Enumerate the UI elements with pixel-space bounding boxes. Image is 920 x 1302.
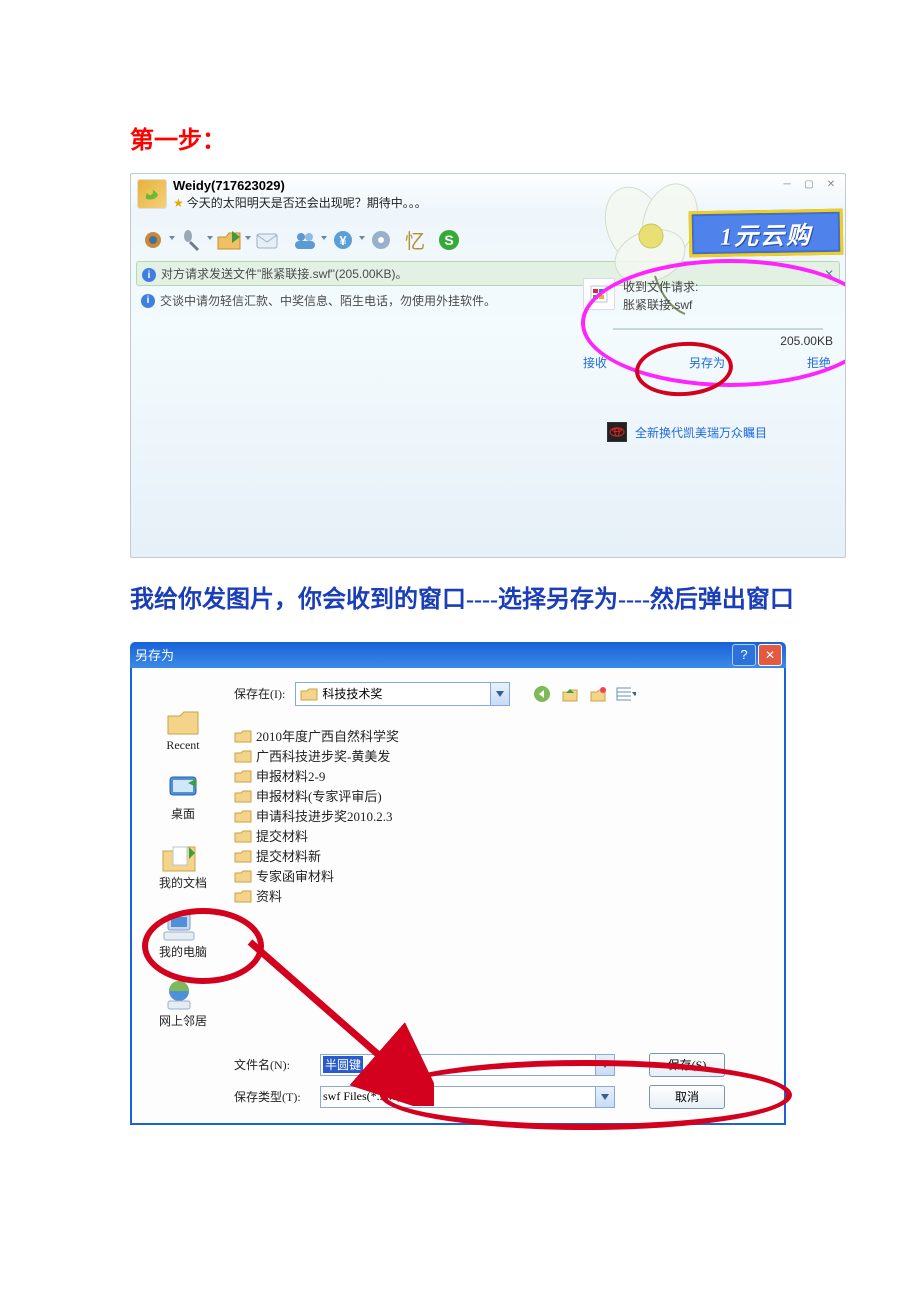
ad-line[interactable]: 全新换代凯美瑞万众瞩目 — [607, 422, 767, 442]
close-button[interactable]: ✕ — [758, 644, 782, 666]
savein-combo[interactable]: 科技技术奖 — [295, 682, 491, 706]
list-item-label: 申报材料2-9 — [256, 766, 325, 785]
place-desktop[interactable]: 桌面 — [163, 771, 203, 822]
svg-text:S: S — [444, 232, 453, 248]
filename-label: 文件名(N): — [234, 1056, 320, 1073]
close-button[interactable]: ✕ — [823, 178, 839, 190]
info-icon: i — [142, 268, 156, 282]
place-label: Recent — [166, 738, 199, 752]
list-item[interactable]: 申请科技进步奖2010.2.3 — [234, 806, 768, 826]
maximize-button[interactable]: ▢ — [801, 178, 817, 190]
list-item[interactable]: 申报材料2-9 — [234, 766, 768, 786]
back-button[interactable] — [532, 684, 552, 704]
list-item-label: 申报材料(专家评审后) — [256, 786, 382, 805]
safety-notice-text: 交谈中请勿轻信汇款、中奖信息、陌生电话，勿使用外挂软件。 — [160, 292, 496, 309]
help-button[interactable]: ? — [732, 644, 756, 666]
place-mydocs[interactable]: 我的文档 — [159, 840, 207, 891]
mydocs-icon — [159, 840, 199, 874]
pay-button[interactable]: ¥ — [327, 226, 359, 254]
mail-button[interactable] — [251, 226, 283, 254]
newfolder-button[interactable] — [588, 684, 608, 704]
list-item-label: 提交材料新 — [256, 846, 321, 865]
window-controls: ─ ▢ ✕ — [779, 178, 839, 190]
place-label: 桌面 — [171, 807, 195, 821]
savein-dropdown-button[interactable] — [491, 682, 510, 706]
list-item[interactable]: 提交材料 — [234, 826, 768, 846]
annotation-filename-oval — [380, 1060, 792, 1130]
title-text: Weidy(717623029) ★今天的太阳明天是否还会出现呢？期待中。。。 — [173, 177, 427, 212]
users-button[interactable] — [289, 226, 321, 254]
list-item[interactable]: 提交材料新 — [234, 846, 768, 866]
list-item-label: 2010年度广西自然科学奖 — [256, 726, 399, 745]
list-item-label: 广西科技进步奖-黄美发 — [256, 746, 390, 765]
star-icon: ★ — [173, 196, 184, 210]
annotation-mydocs-circle — [142, 908, 264, 984]
qq-chat-window: ─ ▢ ✕ Weidy(717623029) ★今天的太阳明天是否还会出现呢？期… — [130, 173, 846, 558]
savein-label: 保存在(I): — [234, 685, 285, 702]
step-title: 第一步： — [130, 120, 800, 155]
place-network[interactable]: 网上邻居 — [159, 978, 207, 1029]
sendfile-button[interactable] — [213, 226, 245, 254]
place-label: 我的文档 — [159, 876, 207, 890]
filename-value: 半圆键 — [323, 1056, 363, 1073]
user-avatar — [137, 179, 167, 209]
list-item-label: 资料 — [256, 886, 282, 905]
desktop-icon — [163, 771, 203, 805]
recent-icon — [163, 704, 203, 738]
info-icon: i — [141, 294, 155, 308]
handwrite-button[interactable]: 忆 — [403, 226, 427, 254]
up-button[interactable] — [560, 684, 580, 704]
instruction-text: 我给你发图片，你会收到的窗口----选择另存为----然后弹出窗口 — [130, 578, 800, 624]
list-item[interactable]: 2010年度广西自然科学奖 — [234, 726, 768, 746]
ad-text: 全新换代凯美瑞万众瞩目 — [635, 424, 767, 441]
saveas-title: 另存为 — [135, 645, 174, 664]
list-item[interactable]: 专家函审材料 — [234, 866, 768, 886]
user-status: 今天的太阳明天是否还会出现呢？期待中。。。 — [187, 196, 427, 210]
promo-banner[interactable]: 1元云购 — [689, 209, 844, 258]
list-item-label: 申请科技进步奖2010.2.3 — [256, 806, 393, 825]
saveas-titlebar: 另存为 ? ✕ — [130, 642, 786, 668]
place-recent[interactable]: Recent — [163, 704, 203, 753]
list-item-label: 提交材料 — [256, 826, 308, 845]
places-bar: Recent 桌面 我的文档 我的电脑 网上邻居 — [132, 668, 234, 1123]
promo-text: 1元云购 — [720, 215, 813, 252]
place-label: 网上邻居 — [159, 1014, 207, 1028]
webcam-button[interactable] — [137, 226, 169, 254]
sogou-button[interactable]: S — [433, 226, 465, 254]
list-item[interactable]: 申报材料(专家评审后) — [234, 786, 768, 806]
username: Weidy(717623029) — [173, 178, 285, 193]
saveas-dialog: 另存为 ? ✕ Recent 桌面 我的文档 我的电脑 — [130, 642, 786, 1125]
folder-list[interactable]: 2010年度广西自然科学奖 广西科技进步奖-黄美发 申报材料2-9 申报材料(专… — [234, 726, 768, 906]
svg-text:¥: ¥ — [339, 233, 347, 248]
minimize-button[interactable]: ─ — [779, 178, 795, 190]
savein-value: 科技技术奖 — [322, 685, 382, 702]
toyota-icon — [607, 422, 627, 442]
list-item-label: 专家函审材料 — [256, 866, 334, 885]
viewmode-button[interactable] — [616, 684, 636, 704]
mic-button[interactable] — [175, 226, 207, 254]
list-item[interactable]: 广西科技进步奖-黄美发 — [234, 746, 768, 766]
settings-button[interactable] — [365, 226, 397, 254]
savein-bar: 保存在(I): 科技技术奖 — [234, 682, 768, 706]
list-item[interactable]: 资料 — [234, 886, 768, 906]
filetype-label: 保存类型(T): — [234, 1088, 320, 1105]
file-request-text: 对方请求发送文件"胀紧联接.swf"(205.00KB)。 — [161, 267, 408, 281]
